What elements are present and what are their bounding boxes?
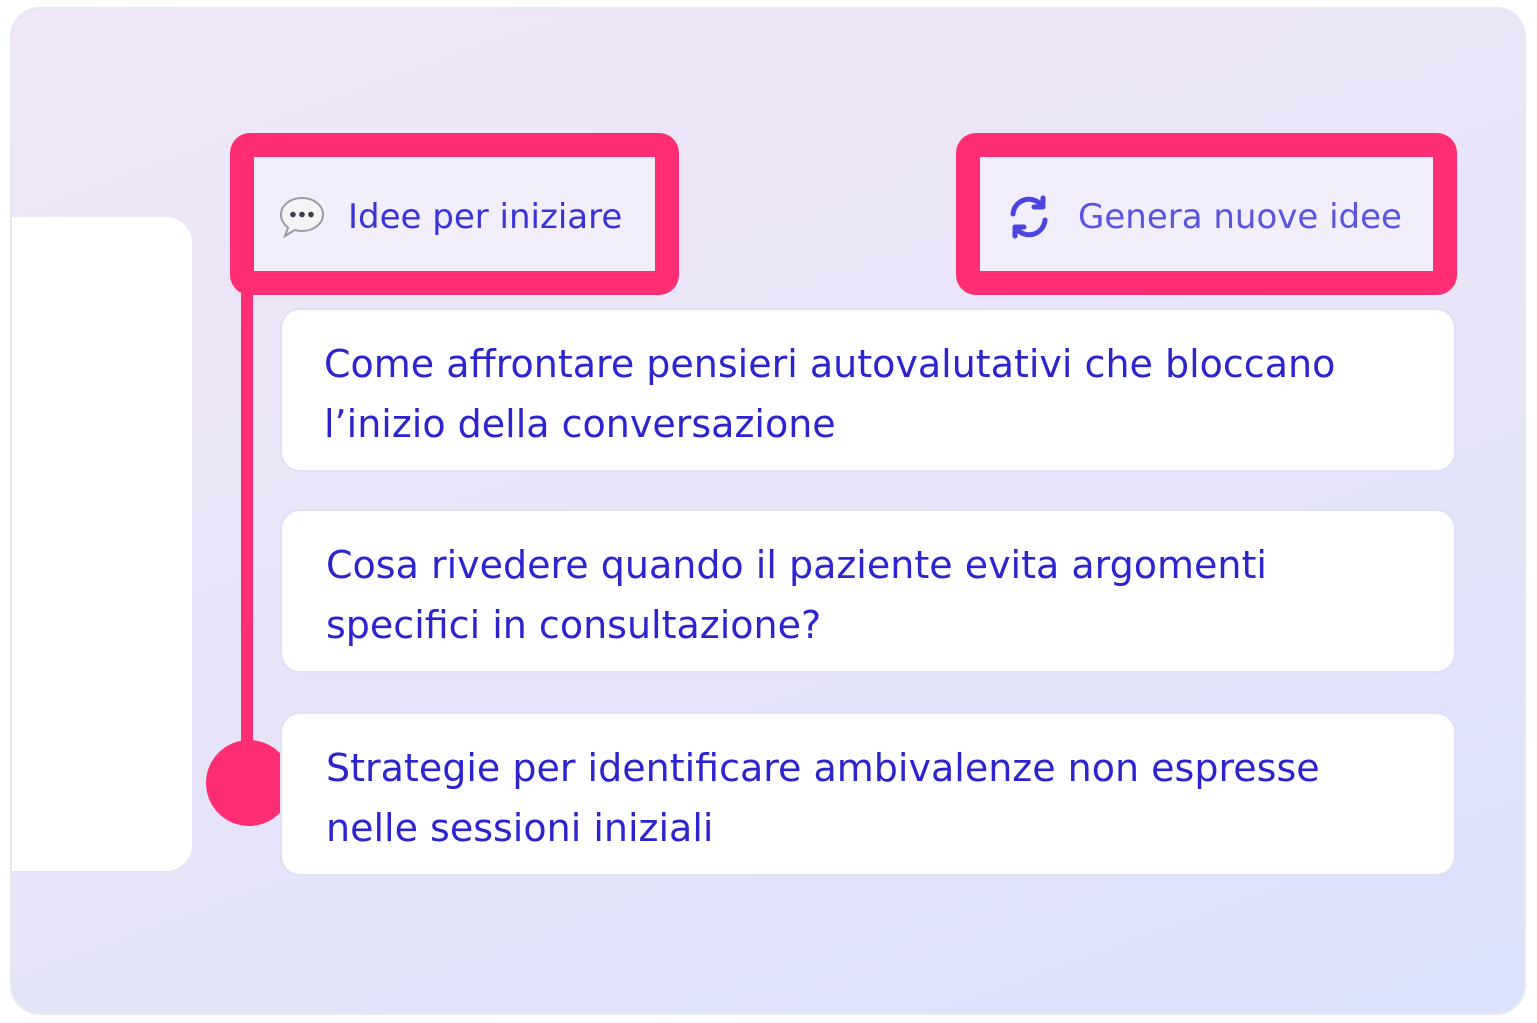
generate-new-ideas-button[interactable]: Genera nuove idee: [1004, 189, 1402, 245]
suggestion-card[interactable]: Come affrontare pensieri autovalutativi …: [280, 308, 1456, 472]
ideas-to-start-label: Idee per iniziare: [348, 197, 623, 237]
side-panel: [12, 217, 192, 871]
ideas-to-start-button[interactable]: Idee per iniziare: [278, 189, 622, 245]
suggestion-card[interactable]: Strategie per identificare ambivalenze n…: [280, 712, 1456, 876]
suggestion-text: Strategie per identificare ambivalenze n…: [326, 746, 1320, 850]
connector-line: [241, 293, 253, 763]
suggestions-panel: Idee per iniziare Genera nuove idee Come…: [10, 7, 1526, 1015]
generate-new-ideas-label: Genera nuove idee: [1078, 197, 1402, 237]
speech-bubble-icon: [278, 193, 326, 241]
suggestion-card[interactable]: Cosa rivedere quando il paziente evita a…: [280, 509, 1456, 673]
suggestion-text: Cosa rivedere quando il paziente evita a…: [326, 543, 1267, 647]
refresh-icon: [1004, 192, 1054, 242]
suggestion-text: Come affrontare pensieri autovalutativi …: [324, 342, 1336, 446]
